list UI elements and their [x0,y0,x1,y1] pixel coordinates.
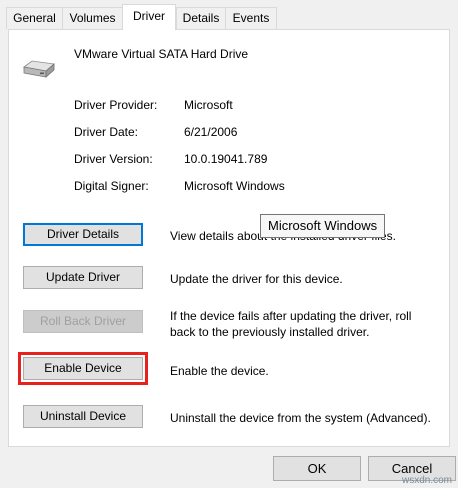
digital-signer-value: Microsoft Windows [184,179,285,193]
tab-bar: General Volumes Driver Details Events [0,0,458,30]
hard-drive-icon [22,59,56,82]
driver-version-label: Driver Version: [74,152,153,166]
tab-general[interactable]: General [6,7,63,29]
driver-provider-value: Microsoft [184,98,233,112]
driver-version-value: 10.0.19041.789 [184,152,268,166]
roll-back-driver-description: If the device fails after updating the d… [170,309,412,339]
tab-details[interactable]: Details [176,7,226,29]
driver-date-value: 6/21/2006 [184,125,238,139]
tab-volumes[interactable]: Volumes [62,7,123,29]
ok-button[interactable]: OK [273,456,361,481]
driver-provider-label: Driver Provider: [74,98,158,112]
device-name: VMware Virtual SATA Hard Drive [74,47,249,61]
device-properties-dialog: General Volumes Driver Details Events VM… [0,0,458,488]
digital-signer-tooltip: Microsoft Windows [260,214,386,238]
uninstall-device-button[interactable]: Uninstall Device [23,405,143,428]
tab-driver[interactable]: Driver [122,4,176,30]
watermark: wsxdn.com [401,475,452,486]
update-driver-button[interactable]: Update Driver [23,266,143,289]
digital-signer-label: Digital Signer: [74,179,149,193]
enable-device-description: Enable the device. [170,364,269,378]
tab-events[interactable]: Events [225,7,277,29]
roll-back-driver-button[interactable]: Roll Back Driver [23,310,143,333]
update-driver-description: Update the driver for this device. [170,272,343,286]
driver-date-label: Driver Date: [74,125,139,139]
enable-device-button[interactable]: Enable Device [23,357,143,380]
driver-details-button[interactable]: Driver Details [23,223,143,246]
uninstall-device-description: Uninstall the device from the system (Ad… [170,411,431,425]
